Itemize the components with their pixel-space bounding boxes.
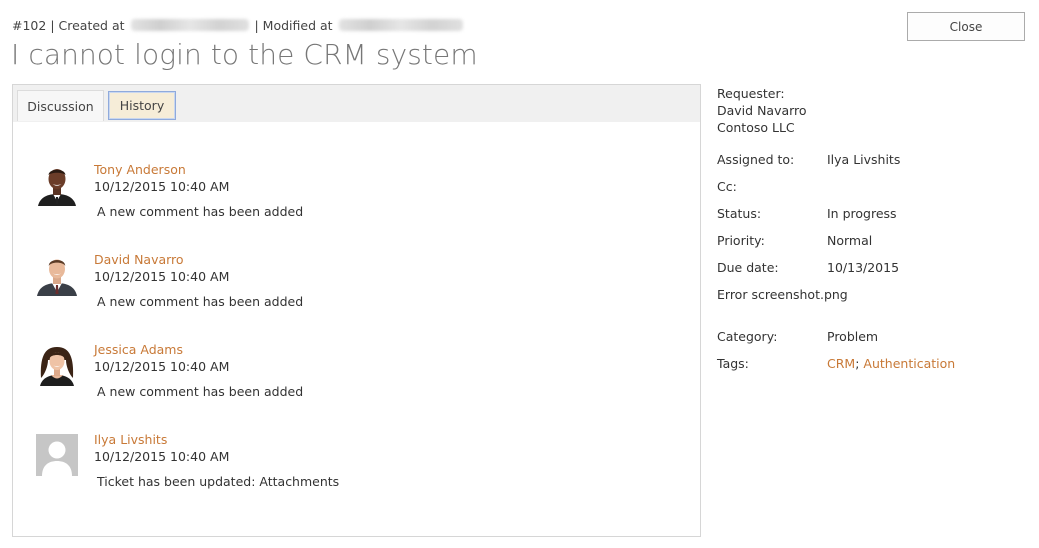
created-date-redacted: [130, 19, 249, 31]
tag-link-authentication[interactable]: Authentication: [863, 356, 955, 371]
attachment-link[interactable]: Error screenshot.png: [717, 287, 848, 302]
list-item: Jessica Adams 10/12/2015 10:40 AM A new …: [36, 342, 636, 402]
user-photo-icon: [36, 344, 78, 386]
default-user-icon: [36, 434, 78, 476]
assigned-value: Ilya Livshits: [827, 152, 901, 167]
priority-value: Normal: [827, 233, 873, 248]
history-timestamp: 10/12/2015 10:40 AM: [94, 359, 230, 374]
created-label: | Created at: [50, 18, 125, 33]
list-item: Ilya Livshits 10/12/2015 10:40 AM Ticket…: [36, 432, 636, 492]
history-timestamp: 10/12/2015 10:40 AM: [94, 269, 230, 284]
ticket-number: #102: [12, 18, 47, 33]
history-message: A new comment has been added: [97, 204, 304, 219]
close-button[interactable]: Close: [907, 12, 1025, 41]
history-message: A new comment has been added: [97, 294, 304, 309]
status-value: In progress: [827, 206, 897, 221]
requester-company: Contoso LLC: [717, 120, 795, 135]
tab-discussion[interactable]: Discussion: [17, 90, 104, 121]
category-label: Category:: [717, 329, 778, 344]
list-item: Tony Anderson 10/12/2015 10:40 AM A new …: [36, 162, 636, 222]
due-date-label: Due date:: [717, 260, 779, 275]
cc-label: Cc:: [717, 179, 737, 194]
category-value: Problem: [827, 329, 879, 344]
history-timestamp: 10/12/2015 10:40 AM: [94, 179, 230, 194]
avatar: [36, 254, 78, 296]
user-photo-icon: [36, 254, 78, 296]
tags-label: Tags:: [717, 356, 749, 371]
page-title: I cannot login to the CRM system: [11, 38, 478, 71]
history-author-link[interactable]: David Navarro: [94, 252, 184, 267]
tab-history[interactable]: History: [108, 91, 176, 120]
user-photo-icon: [36, 164, 78, 206]
due-date-value: 10/13/2015: [827, 260, 900, 275]
history-message: Ticket has been updated: Attachments: [97, 474, 340, 489]
tag-separator: ;: [855, 356, 860, 371]
status-label: Status:: [717, 206, 762, 221]
ticket-meta: #102 | Created at | Modified at: [12, 18, 465, 33]
tags-list: CRM; Authentication: [827, 356, 955, 371]
history-author-link[interactable]: Ilya Livshits: [94, 432, 167, 447]
history-timestamp: 10/12/2015 10:40 AM: [94, 449, 230, 464]
priority-label: Priority:: [717, 233, 765, 248]
tag-link-crm[interactable]: CRM: [827, 356, 855, 371]
history-author-link[interactable]: Jessica Adams: [94, 342, 183, 357]
requester-link[interactable]: David Navarro: [717, 103, 807, 118]
history-panel: Discussion History Tony Anderson 10/12/2…: [12, 84, 701, 537]
tab-bar: Discussion History: [13, 85, 700, 122]
history-message: A new comment has been added: [97, 384, 304, 399]
modified-label: | Modified at: [254, 18, 333, 33]
history-author-link[interactable]: Tony Anderson: [94, 162, 186, 177]
avatar: [36, 434, 78, 476]
assigned-label: Assigned to:: [717, 152, 795, 167]
list-item: David Navarro 10/12/2015 10:40 AM A new …: [36, 252, 636, 312]
modified-date-redacted: [338, 19, 463, 31]
avatar: [36, 344, 78, 386]
avatar: [36, 164, 78, 206]
requester-label: Requester:: [717, 86, 785, 101]
